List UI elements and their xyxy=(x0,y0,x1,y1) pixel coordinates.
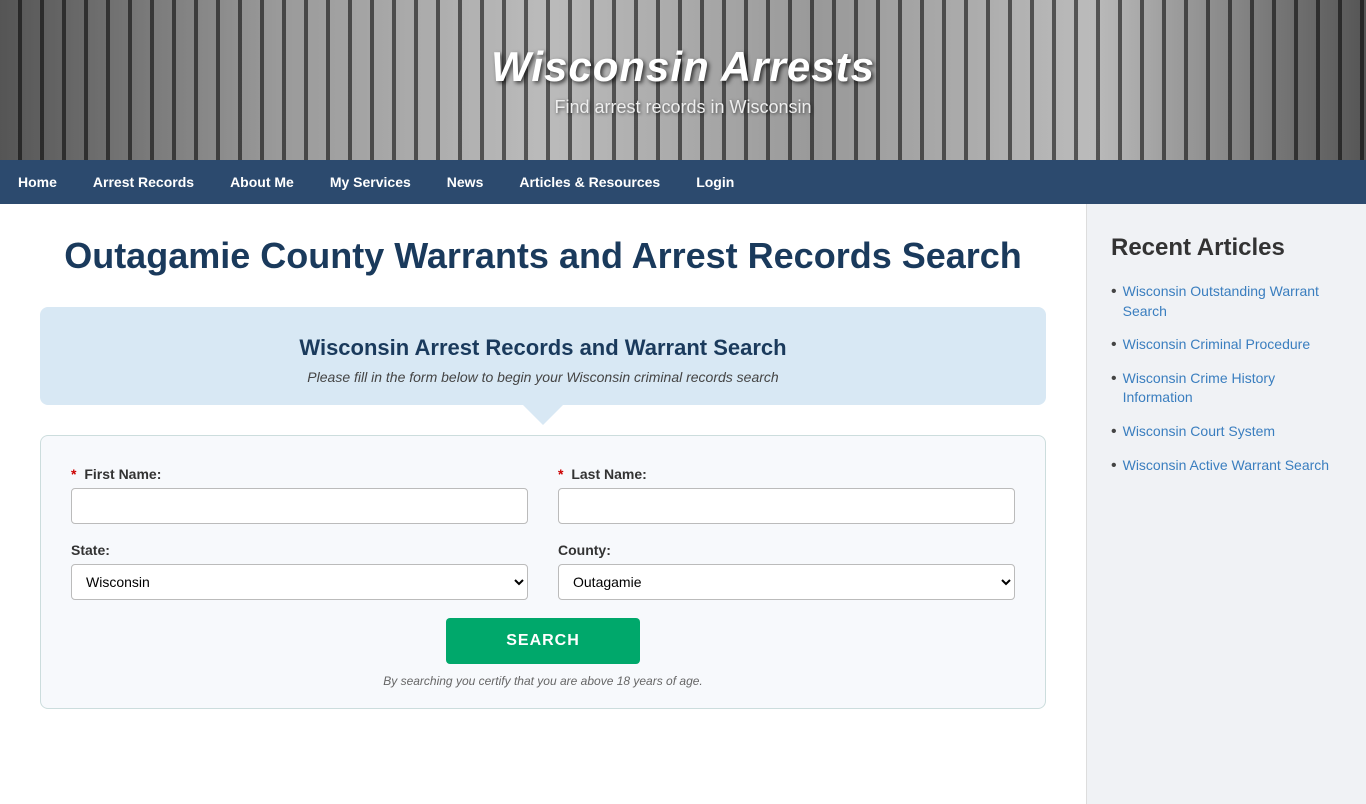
list-item: Wisconsin Crime History Information xyxy=(1111,369,1342,408)
list-item: Wisconsin Criminal Procedure xyxy=(1111,335,1342,355)
state-label: State: xyxy=(71,542,528,558)
sidebar: Recent Articles Wisconsin Outstanding Wa… xyxy=(1086,204,1366,804)
list-item: Wisconsin Court System xyxy=(1111,422,1342,442)
article-link-1[interactable]: Wisconsin Outstanding Warrant Search xyxy=(1123,282,1342,321)
county-group: County: Outagamie Milwaukee Dane Waukesh… xyxy=(558,542,1015,600)
content-area: Outagamie County Warrants and Arrest Rec… xyxy=(0,204,1086,804)
list-item: Wisconsin Outstanding Warrant Search xyxy=(1111,282,1342,321)
list-item: Wisconsin Active Warrant Search xyxy=(1111,456,1342,476)
main-container: Outagamie County Warrants and Arrest Rec… xyxy=(0,204,1366,804)
article-link-3[interactable]: Wisconsin Crime History Information xyxy=(1123,369,1342,408)
last-name-label: * Last Name: xyxy=(558,466,1015,482)
page-title: Outagamie County Warrants and Arrest Rec… xyxy=(40,234,1046,277)
article-link-4[interactable]: Wisconsin Court System xyxy=(1123,422,1275,442)
search-info-box: Wisconsin Arrest Records and Warrant Sea… xyxy=(40,307,1046,405)
form-disclaimer: By searching you certify that you are ab… xyxy=(71,674,1015,688)
article-link-5[interactable]: Wisconsin Active Warrant Search xyxy=(1123,456,1329,476)
first-name-input[interactable] xyxy=(71,488,528,524)
search-button-row: SEARCH xyxy=(71,618,1015,664)
recent-articles-list: Wisconsin Outstanding Warrant Search Wis… xyxy=(1111,282,1342,475)
site-subtitle: Find arrest records in Wisconsin xyxy=(491,97,875,118)
nav-login[interactable]: Login xyxy=(678,160,752,204)
state-county-row: State: Wisconsin Alabama Alaska Arizona … xyxy=(71,542,1015,600)
nav-about-me[interactable]: About Me xyxy=(212,160,312,204)
article-link-2[interactable]: Wisconsin Criminal Procedure xyxy=(1123,335,1311,355)
first-name-group: * First Name: xyxy=(71,466,528,524)
nav-news[interactable]: News xyxy=(429,160,502,204)
sidebar-title: Recent Articles xyxy=(1111,234,1342,262)
county-label: County: xyxy=(558,542,1015,558)
main-nav: Home Arrest Records About Me My Services… xyxy=(0,160,1366,204)
site-header: Wisconsin Arrests Find arrest records in… xyxy=(0,0,1366,160)
last-name-group: * Last Name: xyxy=(558,466,1015,524)
search-form-container: * First Name: * Last Name: State: xyxy=(40,435,1046,709)
search-box-subtitle: Please fill in the form below to begin y… xyxy=(70,369,1016,385)
site-title: Wisconsin Arrests xyxy=(491,43,875,91)
name-row: * First Name: * Last Name: xyxy=(71,466,1015,524)
first-name-required: * xyxy=(71,466,76,482)
state-select[interactable]: Wisconsin Alabama Alaska Arizona Arkansa… xyxy=(71,564,528,600)
search-box-title: Wisconsin Arrest Records and Warrant Sea… xyxy=(70,335,1016,361)
last-name-input[interactable] xyxy=(558,488,1015,524)
nav-arrest-records[interactable]: Arrest Records xyxy=(75,160,212,204)
header-text: Wisconsin Arrests Find arrest records in… xyxy=(491,43,875,118)
nav-articles[interactable]: Articles & Resources xyxy=(501,160,678,204)
county-select[interactable]: Outagamie Milwaukee Dane Waukesha Brown xyxy=(558,564,1015,600)
nav-services[interactable]: My Services xyxy=(312,160,429,204)
first-name-label: * First Name: xyxy=(71,466,528,482)
last-name-required: * xyxy=(558,466,563,482)
search-button[interactable]: SEARCH xyxy=(446,618,640,664)
state-group: State: Wisconsin Alabama Alaska Arizona … xyxy=(71,542,528,600)
nav-home[interactable]: Home xyxy=(0,160,75,204)
